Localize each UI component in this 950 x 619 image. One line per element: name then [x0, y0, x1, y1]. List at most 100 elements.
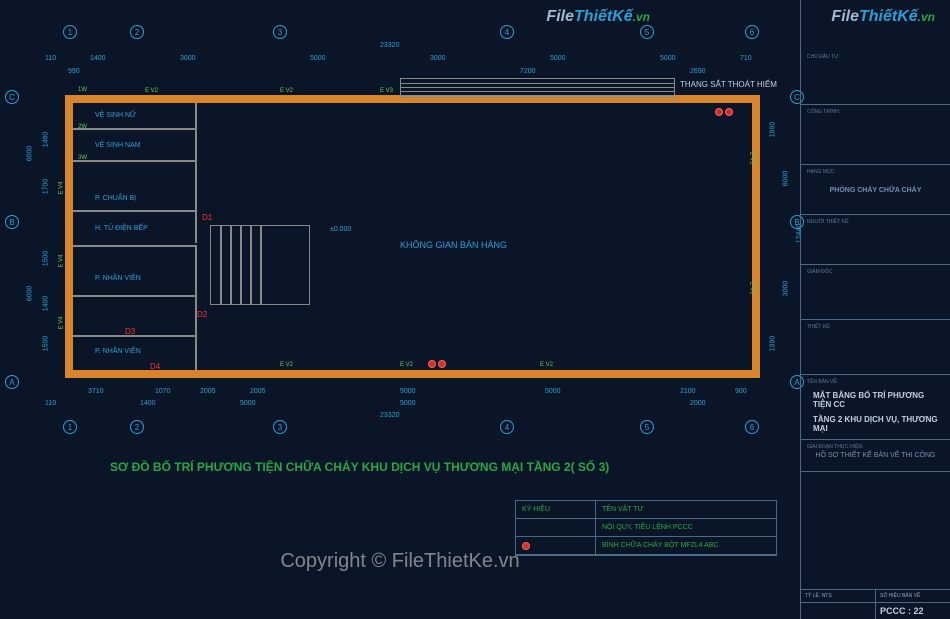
tb-chu-dau-tu-label: CHỦ ĐẦU TƯ: [807, 54, 944, 60]
wall-partition-v1 [195, 103, 197, 243]
dim-r-1990b: 1990 [769, 336, 776, 352]
dim-7200: 7200 [520, 68, 536, 75]
grid-b-5: 5 [640, 420, 654, 434]
dim-b-900: 900 [735, 388, 747, 395]
room-main-hall: KHÔNG GIAN BÁN HÀNG [400, 240, 507, 250]
tb-giam-doc-label: GIÁM ĐỐC: [807, 269, 944, 275]
fire-ext-4 [725, 108, 733, 116]
exit-ev1r: E V1 [749, 151, 755, 164]
dim-b-3710: 3710 [88, 388, 104, 395]
legend-row-1: NỘI QUY, TIÊU LỆNH PCCC [596, 519, 776, 536]
dim-110-t: 110 [45, 55, 56, 62]
grid-marker-1: 1 [63, 25, 77, 39]
logo-ke: Kế [612, 8, 632, 25]
logo-tb-ke: Kế [897, 8, 917, 25]
dim-bot-total: 23320 [380, 412, 399, 419]
exit-ev2t2: E V2 [280, 88, 293, 94]
logo-tb: FileThiếtKế.vn [831, 8, 935, 26]
logo-tb-vn: .vn [918, 10, 935, 24]
grid-marker-6: 6 [745, 25, 759, 39]
escape-stair [400, 78, 675, 98]
wall-wc-divider [73, 128, 195, 130]
logo-watermark: FileThiếtKế.vn [546, 8, 650, 26]
dim-l-1500: 1500 [42, 251, 49, 267]
exit-ev4b: E V4 [59, 254, 65, 267]
exit-ev2b: E V2 [280, 362, 293, 368]
dim-b-2100: 2100 [680, 388, 696, 395]
tb-sheet-info: TỶ LỆ: NTS SỐ HIỆU BẢN VẼ PCCC : 22 [801, 589, 950, 619]
wall-bottom [65, 370, 760, 378]
dim-sub-990: 990 [68, 68, 80, 75]
tb-hang-muc-val: PHÒNG CHÁY CHỮA CHÁY [807, 187, 944, 194]
wall-wc-bottom [73, 160, 195, 162]
dim-b-2005b: 2005 [250, 388, 266, 395]
legend-header-symbol: KÝ HIỆU [516, 501, 596, 518]
tb-drawing-name-1: MẶT BẰNG BỐ TRÍ PHƯƠNG TIỆN CC [807, 385, 944, 415]
grid-marker-a-left: A [5, 375, 19, 389]
stl-4 [250, 225, 252, 305]
tb-drawing-name-2: TẦNG 2 KHU DỊCH VỤ, THƯƠNG MẠI [807, 415, 944, 439]
grid-marker-4: 4 [500, 25, 514, 39]
escape-stair-label: THANG SẮT THOÁT HIỂM [680, 80, 777, 89]
dim-b-5000: 5000 [240, 400, 256, 407]
room-wc-female: VỆ SINH NỮ [95, 112, 136, 119]
dim-l-1460: 1460 [42, 132, 49, 148]
legend-sym-1 [516, 519, 596, 536]
room-staff2: P. NHÂN VIÊN [95, 348, 141, 355]
dim-l-6000b: 6000 [26, 286, 33, 302]
logo-thiet: Thiết [574, 8, 612, 25]
wall-left [65, 95, 73, 378]
dim-top-2: 5000 [310, 55, 326, 62]
exit-ev2t: E V2 [145, 88, 158, 94]
dim-top-3: 3000 [430, 55, 446, 62]
dim-b-2005: 2005 [200, 388, 216, 395]
door-d4: D4 [150, 362, 160, 371]
exit-1w: 1W [78, 87, 87, 93]
wall-tech [73, 245, 195, 247]
grid-b-4: 4 [500, 420, 514, 434]
dim-b-5000d: 5000 [545, 388, 561, 395]
dim-top-total: 23320 [380, 42, 399, 49]
door-d1: D1 [202, 213, 212, 222]
grid-marker-3: 3 [273, 25, 287, 39]
dim-top-6: 710 [740, 55, 752, 62]
tb-giai-doan-label: GIAI ĐOẠN THỰC HIỆN: [807, 444, 944, 450]
wall-staff1 [73, 295, 195, 297]
dim-l-6000: 6000 [26, 146, 33, 162]
exit-ev1r2: E V1 [749, 281, 755, 294]
grid-marker-c-left: C [5, 90, 19, 104]
tb-nguoi-tk-label: NGƯỜI THIẾT KẾ: [807, 219, 944, 225]
legend-header-name: TÊN VẬT TƯ [596, 501, 776, 518]
dim-l-1500b: 1500 [42, 336, 49, 352]
exit-ev2b2: E V2 [400, 362, 413, 368]
room-tech: H. TỦ ĐIỆN BẾP [95, 225, 148, 232]
room-staff1: P. NHÂN VIÊN [95, 275, 141, 282]
dim-top-1: 3000 [180, 55, 196, 62]
stl-5 [260, 225, 262, 305]
room-wc-male: VỆ SINH NAM [95, 142, 141, 149]
grid-b-2: 2 [130, 420, 144, 434]
room-prep: P. CHUẨN BỊ [95, 195, 136, 202]
logo-tb-thiet: Thiết [859, 8, 897, 25]
dim-top-0: 1400 [90, 55, 106, 62]
grid-b-3: 3 [273, 420, 287, 434]
grid-b-1: 1 [63, 420, 77, 434]
exit-2w: 2W [78, 124, 87, 130]
fire-ext-3 [715, 108, 723, 116]
legend-table: KÝ HIỆU TÊN VẬT TƯ NỘI QUY, TIÊU LỆNH PC… [515, 500, 777, 556]
dim-b-1400: 1400 [140, 400, 156, 407]
tb-thiet-ke-label: THIẾT KẾ: [807, 324, 944, 330]
tb-ty-le: TỶ LỆ: NTS [801, 590, 876, 602]
tb-date [801, 603, 876, 619]
dim-b110: 110 [45, 400, 56, 407]
grid-marker-2: 2 [130, 25, 144, 39]
fire-ext-2 [438, 360, 446, 368]
tb-sheet-no: PCCC : 22 [876, 603, 950, 619]
stl-2 [230, 225, 232, 305]
wall-partition-v2 [195, 245, 197, 370]
dim-b-5000b: 5000 [400, 400, 416, 407]
grid-b-6: 6 [745, 420, 759, 434]
dim-r-6000: 6000 [782, 171, 789, 187]
legend-sym-2 [516, 537, 596, 554]
stl-1 [220, 225, 222, 305]
